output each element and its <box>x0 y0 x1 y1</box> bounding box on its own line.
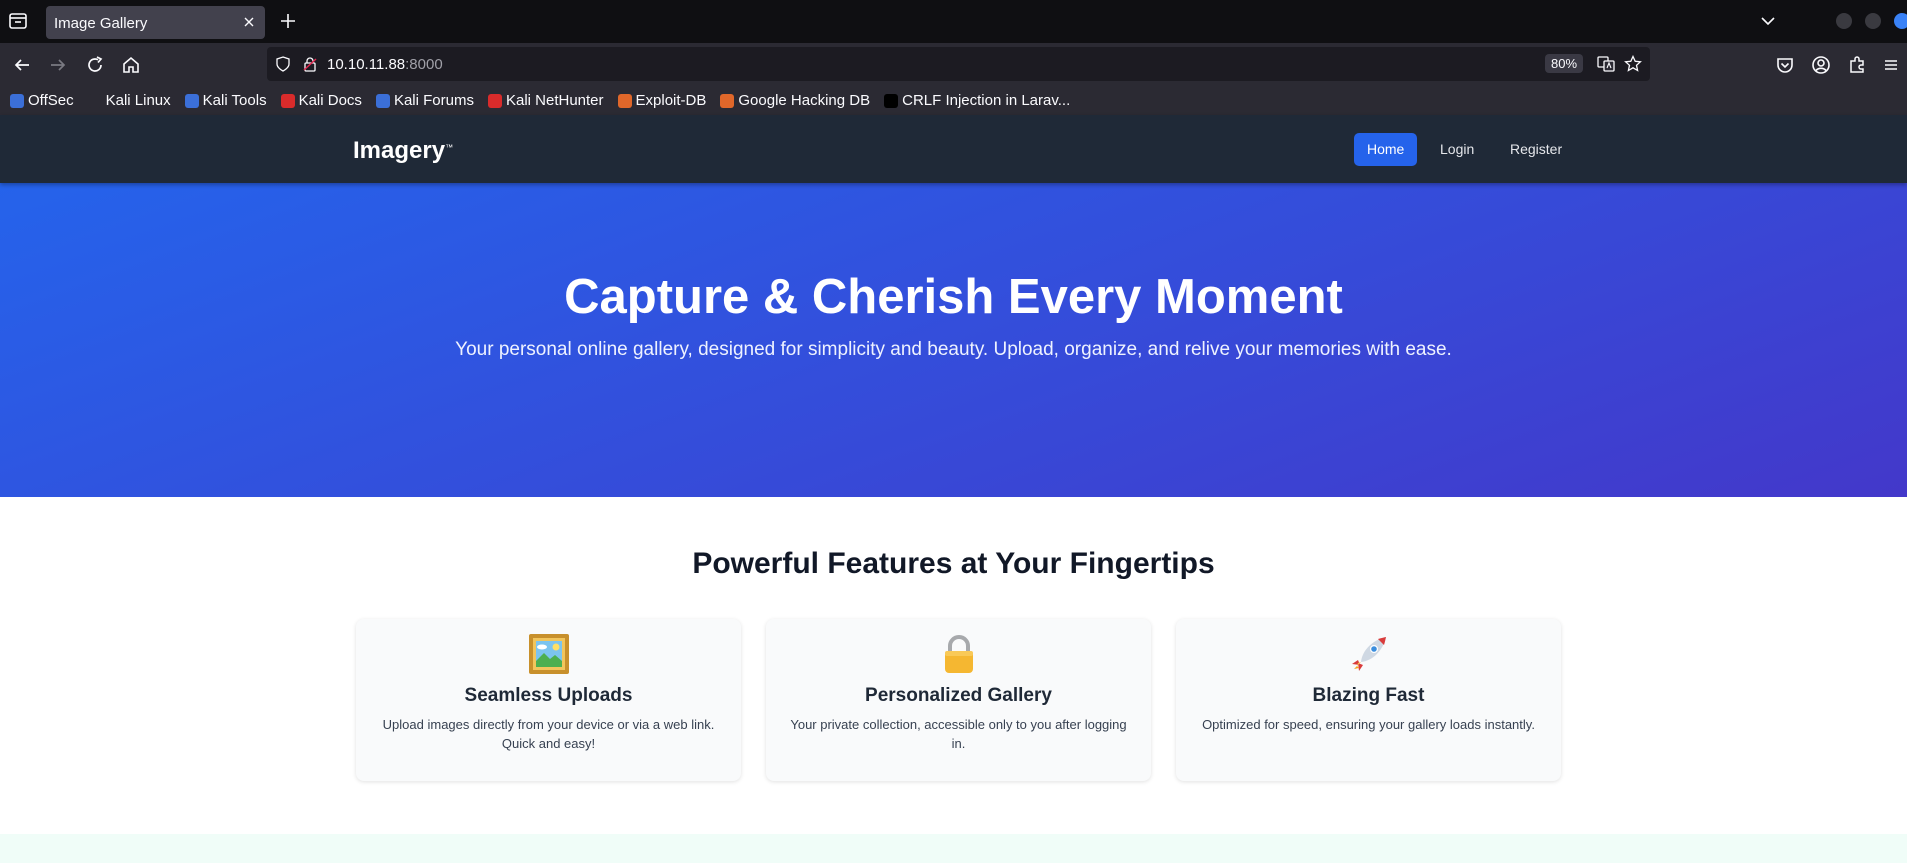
bookmark-favicon-icon <box>184 93 199 108</box>
bookmark-label: Exploit-DB <box>635 92 707 109</box>
forward-arrow-icon[interactable] <box>47 54 69 76</box>
feature-card-gallery: Personalized Gallery Your private collec… <box>766 619 1151 781</box>
bookmark-label: CRLF Injection in Larav... <box>902 92 1071 109</box>
browser-tab-bar: Image Gallery <box>0 0 1907 43</box>
bookmark-favicon-icon <box>720 93 735 108</box>
bookmark-item[interactable]: Kali Docs <box>280 92 362 109</box>
shield-icon[interactable] <box>275 56 291 72</box>
bookmark-favicon-icon <box>280 93 295 108</box>
bookmark-favicon-icon <box>884 93 899 108</box>
bookmark-favicon-icon <box>375 93 390 108</box>
hamburger-menu-icon[interactable] <box>1880 54 1902 76</box>
url-text: 10.10.11.88:8000 <box>327 56 443 73</box>
zoom-level-badge[interactable]: 80% <box>1545 54 1584 73</box>
bookmark-item[interactable]: Kali NetHunter <box>487 92 604 109</box>
feature-card-title: Seamless Uploads <box>464 685 633 706</box>
home-icon[interactable] <box>120 54 142 76</box>
framed-picture-icon <box>529 634 569 674</box>
bookmarks-toolbar: OffSec Kali Linux Kali Tools Kali Docs Kali … <box>0 86 1907 115</box>
bookmark-label: Google Hacking DB <box>738 92 871 109</box>
new-tab-icon[interactable] <box>279 12 297 30</box>
hero-subtitle: Your personal online gallery, designed f… <box>455 339 1452 360</box>
reload-icon[interactable] <box>84 54 106 76</box>
bookmark-favicon-icon <box>487 93 502 108</box>
bookmark-label: Kali Docs <box>298 92 362 109</box>
tab-list-icon[interactable] <box>8 11 28 31</box>
bookmark-label: Kali Forums <box>393 92 474 109</box>
bookmark-star-icon[interactable] <box>1624 55 1642 73</box>
feature-card-uploads: Seamless Uploads Upload images directly … <box>356 619 741 781</box>
browser-tab[interactable]: Image Gallery <box>46 6 265 39</box>
rocket-icon <box>1352 637 1386 671</box>
features-section: Powerful Features at Your Fingertips Sea… <box>0 497 1907 834</box>
bookmark-favicon-icon <box>10 93 24 108</box>
bookmark-label: Kali Tools <box>202 92 267 109</box>
back-arrow-icon[interactable] <box>11 54 33 76</box>
nav-register-link[interactable]: Register <box>1497 133 1575 166</box>
logo-text: Imagery <box>353 137 446 164</box>
logo-trademark: ™ <box>445 143 454 152</box>
bookmark-item[interactable]: CRLF Injection in Larav... <box>884 92 1070 109</box>
bookmark-item[interactable]: Kali Tools <box>184 92 267 109</box>
translate-icon[interactable] <box>1597 55 1615 73</box>
feature-card-description: Optimized for speed, ensuring your galle… <box>1202 717 1535 732</box>
bookmark-label: OffSec <box>28 92 74 109</box>
bookmark-item[interactable]: Exploit-DB <box>617 92 707 109</box>
bookmark-favicon-icon <box>617 93 632 108</box>
close-tab-icon[interactable] <box>241 14 257 30</box>
pocket-icon[interactable] <box>1774 54 1796 76</box>
bookmark-favicon-icon <box>87 93 102 108</box>
url-port: :8000 <box>405 56 443 73</box>
browser-nav-bar: 10.10.11.88:8000 80% <box>0 43 1907 86</box>
nav-home-link[interactable]: Home <box>1354 133 1418 166</box>
hero-section: Capture & Cherish Every Moment Your pers… <box>0 183 1907 497</box>
bookmark-item[interactable]: Kali Linux <box>87 92 171 109</box>
nav-login-link[interactable]: Login <box>1427 133 1487 166</box>
bookmark-label: Kali NetHunter <box>505 92 604 109</box>
url-host: 10.10.11.88 <box>327 56 406 73</box>
minimize-window-button[interactable] <box>1836 13 1852 29</box>
feature-card-description: Upload images directly from your device … <box>382 717 715 751</box>
feature-card-speed: Blazing Fast Optimized for speed, ensuri… <box>1176 619 1561 781</box>
bookmark-item[interactable]: Google Hacking DB <box>720 92 870 109</box>
maximize-window-button[interactable] <box>1865 13 1881 29</box>
site-logo[interactable]: Imagery™ <box>353 137 453 165</box>
account-icon[interactable] <box>1810 54 1832 76</box>
tab-title: Image Gallery <box>54 15 148 32</box>
hero-title: Capture & Cherish Every Moment <box>564 270 1343 324</box>
feature-card-title: Personalized Gallery <box>865 685 1052 706</box>
chevron-down-icon[interactable] <box>1760 14 1776 28</box>
features-title: Powerful Features at Your Fingertips <box>692 547 1215 580</box>
extensions-icon[interactable] <box>1846 54 1868 76</box>
bookmark-item[interactable]: OffSec <box>10 92 74 109</box>
bookmark-item[interactable]: Kali Forums <box>375 92 474 109</box>
feature-card-title: Blazing Fast <box>1312 685 1425 706</box>
site-header: Imagery™ Home Login Register <box>0 115 1907 183</box>
lock-icon <box>945 635 973 673</box>
next-section-band <box>0 834 1907 863</box>
insecure-lock-icon[interactable] <box>302 56 318 72</box>
address-bar[interactable]: 10.10.11.88:8000 80% <box>267 47 1650 81</box>
bookmark-label: Kali Linux <box>105 92 171 109</box>
close-window-button[interactable] <box>1894 13 1907 29</box>
feature-card-description: Your private collection, accessible only… <box>790 717 1127 751</box>
